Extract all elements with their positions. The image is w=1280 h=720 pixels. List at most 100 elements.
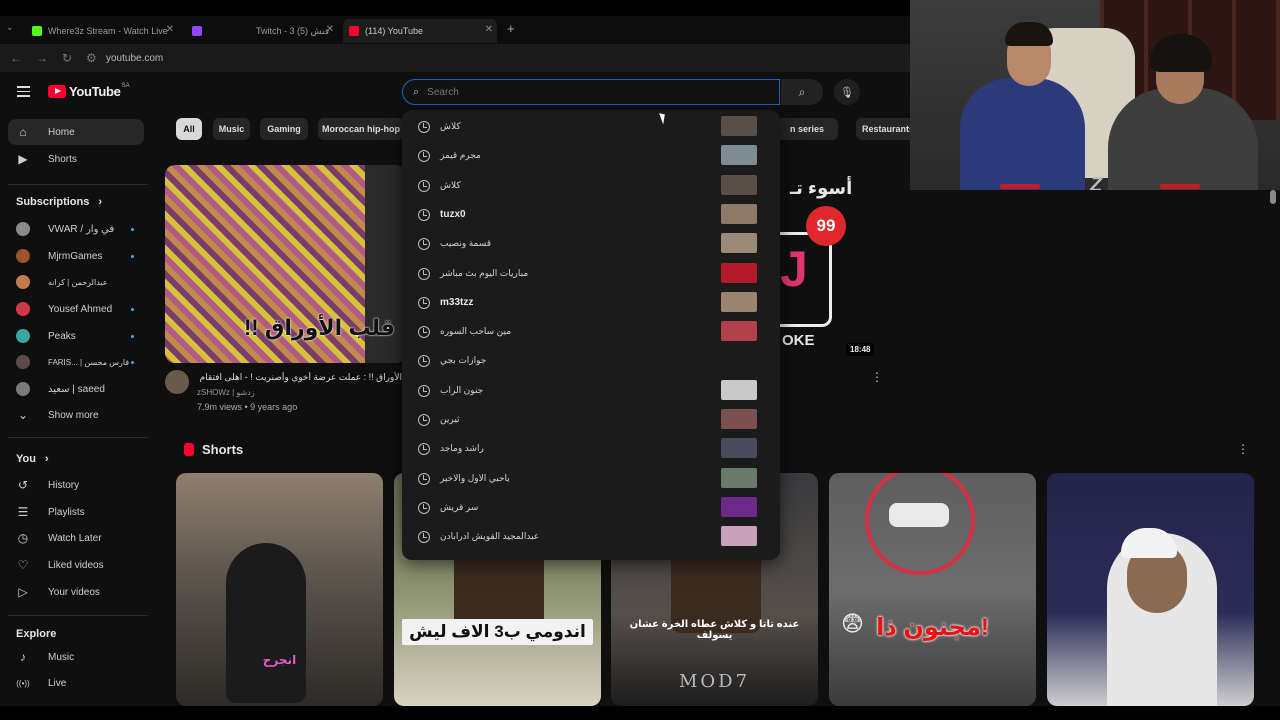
explore-label: Explore (16, 628, 57, 640)
search-suggestion[interactable]: مين ساحب السوره (402, 318, 780, 347)
search-suggestion[interactable]: قسمة ونصيب (402, 230, 780, 259)
chip-gaming[interactable]: Gaming (260, 118, 308, 140)
new-tab-button[interactable]: + (507, 21, 515, 36)
shorts-icon (184, 443, 194, 456)
sidebar-item-subscription[interactable]: عبدالرحمن | كرانه (8, 269, 144, 295)
sidebar-item-history[interactable]: ↺ History (8, 472, 144, 498)
suggestion-thumbnail (721, 496, 757, 517)
search-suggestion[interactable]: عبدالمجيد القويش ادرابادن (402, 523, 780, 552)
suggestion-text: tuzx0 (440, 208, 466, 220)
car-figure (889, 503, 949, 527)
sidebar-item-subscription[interactable]: FARIS... | فارس محسن (8, 349, 144, 375)
avatar (16, 355, 30, 369)
history-clock-icon (418, 121, 430, 133)
kick-favicon-icon (32, 26, 42, 36)
search-suggestion[interactable]: جوازات بجي (402, 347, 780, 376)
sidebar-item-playlists[interactable]: ☰ Playlists (8, 499, 144, 525)
avatar (16, 302, 30, 316)
sidebar-item-label: VWAR / في وار (48, 223, 115, 235)
chip-moroccan-hip-hop[interactable]: Moroccan hip-hop (318, 118, 404, 140)
short-card[interactable] (1047, 473, 1254, 706)
sidebar-item-label: Liked videos (48, 559, 104, 571)
close-tab-icon[interactable]: ✕ (485, 24, 493, 35)
sidebar-item-subscription[interactable]: VWAR / في وار (8, 216, 144, 242)
search-suggestion[interactable]: سر قريش (402, 494, 780, 523)
youtube-favicon-icon (349, 26, 359, 36)
search-box[interactable]: ⌕ (402, 79, 780, 105)
history-clock-icon (418, 267, 430, 280)
search-suggestion[interactable]: جنون الراب (402, 377, 780, 406)
thumbnail-title: أسوء تـ (790, 178, 853, 198)
close-tab-icon[interactable]: ✕ (166, 24, 174, 35)
history-clock-icon (418, 501, 430, 514)
chip-series[interactable]: n series (776, 118, 838, 140)
forward-icon[interactable]: → (36, 51, 52, 65)
twitch-favicon-icon (192, 26, 202, 36)
avatar (16, 222, 30, 236)
url-text[interactable]: youtube.com (106, 53, 163, 64)
suggestion-text: سر قريش (440, 501, 479, 512)
sidebar-item-subscription[interactable]: سعيد | saeed (8, 376, 144, 402)
tab-youtube[interactable]: (114) YouTube ✕ (343, 19, 497, 43)
voice-search-button[interactable]: 🎙 (834, 79, 860, 105)
search-suggestion[interactable]: tuzx0 (402, 201, 780, 230)
tab-twitch[interactable]: Twitch - 3 فنش (5) ✕ (186, 19, 338, 43)
channel-name[interactable]: zSHOWz | زدشو (197, 388, 255, 397)
more-options-icon[interactable]: ⋮ (871, 370, 883, 384)
tab-kick[interactable]: Where3z Stream - Watch Live ✕ (26, 19, 178, 43)
live-icon: ((•)) (16, 678, 30, 688)
page-scrollbar[interactable] (1270, 190, 1276, 204)
sidebar-item-shorts[interactable]: ▶ Shorts (8, 146, 144, 172)
sidebar-item-show-more[interactable]: ⌄ Show more (8, 402, 144, 428)
video-thumbnail[interactable]: قلب الأوراق !! (165, 165, 405, 363)
short-card[interactable]: انجرح (176, 473, 383, 706)
you-header[interactable]: You › (16, 453, 49, 465)
streamer-1-body (960, 78, 1085, 190)
suggestion-text: ثيرين (440, 414, 460, 424)
sidebar-item-label: Home (48, 126, 75, 138)
home-icon: ⌂ (19, 125, 27, 139)
sidebar-item-subscription[interactable]: MjrmGames (8, 243, 144, 269)
site-info-icon[interactable]: ⚙ (86, 51, 102, 65)
sidebar-item-home[interactable]: ⌂ Home (8, 119, 144, 145)
search-suggestion[interactable]: m33tzz (402, 289, 780, 318)
sidebar-item-watch-later[interactable]: ◷ Watch Later (8, 525, 144, 551)
tab-label: Where3z Stream - Watch Live (48, 26, 168, 36)
thumbnail-letter: J (780, 241, 808, 297)
more-options-icon[interactable]: ⋮ (1237, 442, 1249, 456)
search-suggestion[interactable]: راشد وماجد (402, 435, 780, 464)
tab-list-chevron-icon[interactable]: ⌄ (6, 22, 14, 33)
reload-icon[interactable]: ↻ (62, 51, 78, 65)
video-meta: 7.9m views • 9 years ago (197, 402, 298, 412)
search-suggestion[interactable]: مباريات اليوم بث مباشر (402, 260, 780, 289)
sidebar-item-live[interactable]: ((•)) Live (8, 670, 144, 696)
channel-avatar[interactable] (165, 370, 189, 394)
short-card[interactable]: 😨 مجنون ذا! (829, 473, 1036, 706)
search-suggestion[interactable]: ثيرين (402, 406, 780, 435)
avatar (16, 275, 30, 289)
subscriptions-header[interactable]: Subscriptions › (16, 196, 102, 208)
sidebar-item-subscription[interactable]: Peaks (8, 323, 144, 349)
top-strip (0, 0, 910, 16)
history-clock-icon (418, 355, 430, 368)
search-button[interactable]: ⌕ (781, 79, 823, 105)
suggestion-text: مباريات اليوم بث مباشر (440, 267, 529, 278)
playlists-icon: ☰ (17, 505, 29, 519)
chip-music[interactable]: Music (213, 118, 250, 140)
sidebar-item-label: Music (48, 651, 75, 663)
back-icon[interactable]: ← (10, 51, 26, 65)
search-suggestion[interactable]: مجرم قيمز (402, 142, 780, 171)
search-suggestion[interactable]: كلاش (402, 113, 780, 142)
search-suggestion[interactable]: كلاش (402, 172, 780, 201)
sidebar-item-subscription[interactable]: Yousef Ahmed (8, 296, 144, 322)
history-clock-icon (418, 414, 430, 426)
chip-all[interactable]: All (176, 118, 202, 140)
close-tab-icon[interactable]: ✕ (326, 24, 334, 35)
search-input[interactable] (427, 86, 728, 98)
history-clock-icon (418, 443, 430, 456)
search-suggestion[interactable]: ياحبي الاول والاخير (402, 465, 780, 494)
sidebar-item-music[interactable]: ♪ Music (8, 644, 144, 670)
sidebar-item-liked-videos[interactable]: ♡ Liked videos (8, 552, 144, 578)
sidebar-item-your-videos[interactable]: ▷ Your videos (8, 579, 144, 605)
video-title[interactable]: الأوراق !! : عملت عرضة أخوي وأصنريت ! - … (197, 372, 402, 383)
